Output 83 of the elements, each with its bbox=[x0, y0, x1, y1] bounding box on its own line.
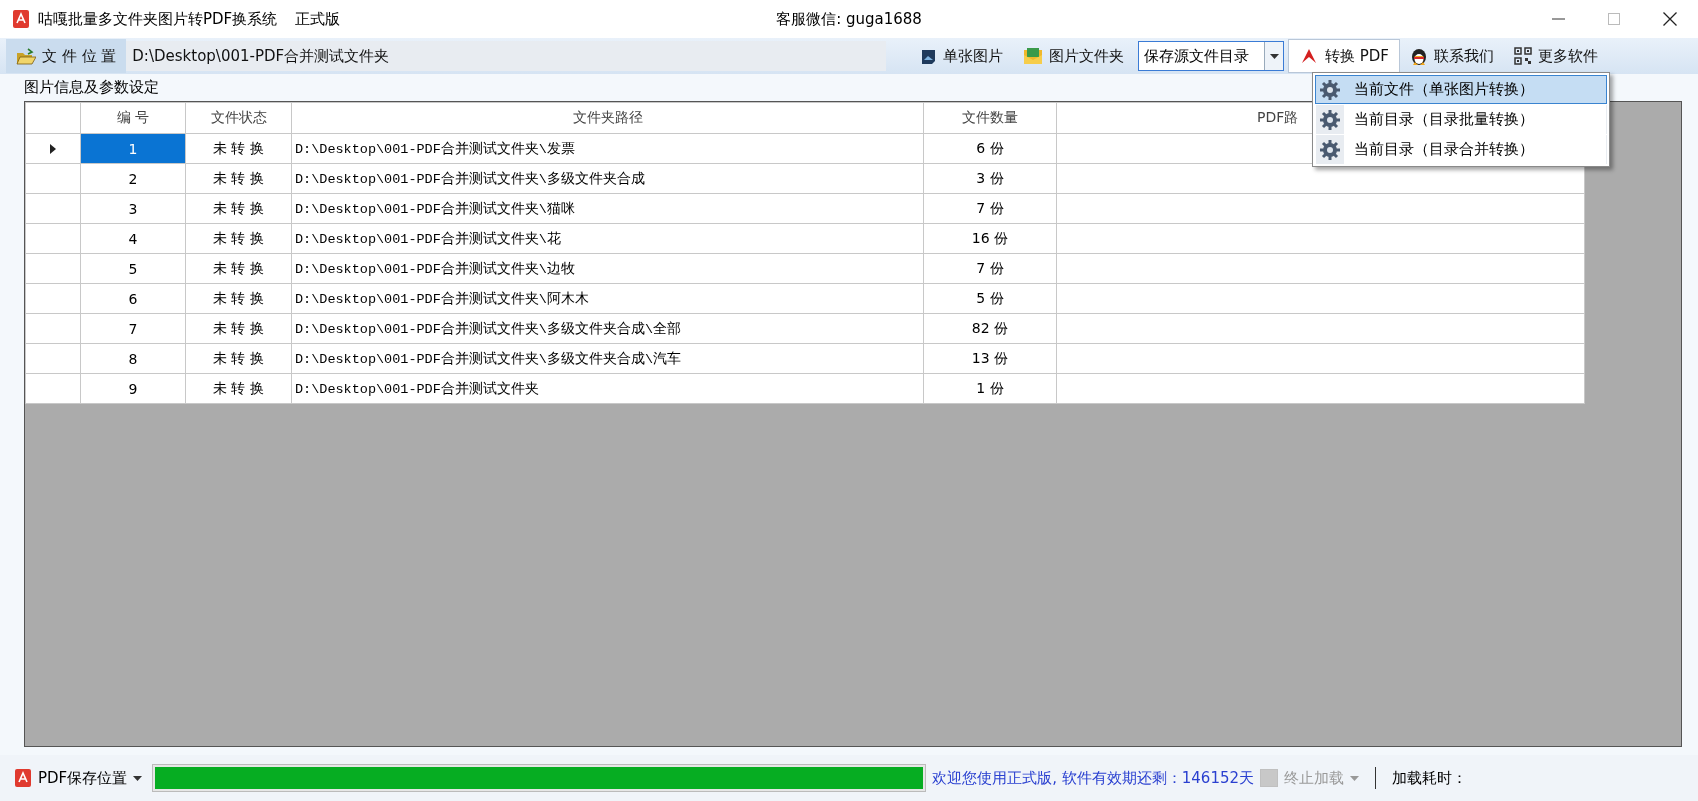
column-header[interactable]: 编 号 bbox=[116, 109, 150, 125]
close-icon bbox=[1663, 12, 1677, 26]
table-cell: 3 bbox=[80, 193, 186, 224]
column-header[interactable]: PDF路 bbox=[1257, 109, 1299, 125]
table-cell: 1 份 bbox=[923, 373, 1057, 404]
toolbar-button[interactable]: 单张图片 bbox=[910, 40, 1013, 72]
table-cell: 未 转 换 bbox=[185, 223, 292, 254]
pdf-save-location-button[interactable]: PDF保存位置 bbox=[10, 763, 147, 793]
row-header[interactable] bbox=[25, 133, 81, 164]
gear-icon bbox=[1320, 109, 1340, 130]
maximize-icon bbox=[1608, 13, 1620, 25]
row-header[interactable] bbox=[25, 313, 81, 344]
menu-item[interactable]: 当前目录（目录批量转换） bbox=[1315, 105, 1607, 134]
caret-icon bbox=[133, 775, 143, 781]
table-cell: D:\Desktop\001-PDF合并测试文件夹\发票 bbox=[291, 133, 924, 164]
penguin-icon bbox=[1410, 46, 1428, 66]
table-cell: 未 转 换 bbox=[185, 373, 292, 404]
row-header[interactable] bbox=[25, 193, 81, 224]
table-cell: 13 份 bbox=[923, 343, 1057, 374]
folder-path-field[interactable]: D:\Desktop\001-PDF合并测试文件夹 bbox=[126, 41, 887, 71]
caret-icon bbox=[1350, 775, 1360, 781]
table-cell: 未 转 换 bbox=[185, 313, 292, 344]
row-header[interactable] bbox=[25, 343, 81, 374]
row-header[interactable] bbox=[25, 223, 81, 254]
save-mode-dropdown[interactable]: 保存源文件目录 bbox=[1138, 41, 1284, 71]
table-cell: 3 份 bbox=[923, 163, 1057, 194]
table-cell: 6 份 bbox=[923, 133, 1057, 164]
table-cell: 未 转 换 bbox=[185, 193, 292, 224]
welcome-message: 欢迎您使用正式版, 软件有效期还剩：146152天 bbox=[932, 768, 1255, 788]
table-cell: 7 bbox=[80, 313, 186, 344]
table-cell: 9 bbox=[80, 373, 186, 404]
group-title: 图片信息及参数设定 bbox=[24, 78, 159, 97]
table-cell: 7 份 bbox=[923, 193, 1057, 224]
minimize-icon bbox=[1551, 18, 1565, 20]
table-cell: 1 bbox=[80, 133, 186, 164]
table-cell: D:\Desktop\001-PDF合并测试文件夹\边牧 bbox=[291, 253, 924, 284]
table-cell: 16 份 bbox=[923, 223, 1057, 254]
window-title: 咕嘎批量多文件夹图片转PDF换系统 bbox=[38, 9, 278, 29]
row-header[interactable] bbox=[25, 373, 81, 404]
table-cell: 未 转 换 bbox=[185, 133, 292, 164]
load-time-label: 加载耗时： bbox=[1392, 768, 1468, 788]
table-cell: 未 转 换 bbox=[185, 343, 292, 374]
table-cell: D:\Desktop\001-PDF合并测试文件夹\猫咪 bbox=[291, 193, 924, 224]
folder-icon bbox=[1023, 47, 1043, 65]
gear-icon bbox=[1320, 79, 1340, 100]
contact-label: 客服微信: guga1688 bbox=[776, 9, 922, 28]
toolbar-button[interactable]: 图片文件夹 bbox=[1013, 40, 1134, 72]
caret-icon bbox=[1269, 53, 1279, 59]
row-header[interactable] bbox=[25, 253, 81, 284]
convert-pdf-button[interactable]: 转换 PDF bbox=[1288, 39, 1400, 73]
qr-code-icon bbox=[1514, 47, 1532, 65]
table-cell: 5 份 bbox=[923, 283, 1057, 314]
table-cell: 7 份 bbox=[923, 253, 1057, 284]
column-header[interactable]: 文件夹路径 bbox=[572, 109, 643, 125]
pdf-icon bbox=[14, 768, 32, 788]
toolbar-button[interactable]: 更多软件 bbox=[1504, 40, 1608, 72]
app-icon bbox=[12, 9, 30, 29]
stop-loading-label: 终止加载 bbox=[1284, 768, 1345, 788]
table-cell: 82 份 bbox=[923, 313, 1057, 344]
edition-label: 正式版 bbox=[295, 9, 341, 29]
table-cell: D:\Desktop\001-PDF合并测试文件夹\多级文件夹合成\全部 bbox=[291, 313, 924, 344]
table-cell: D:\Desktop\001-PDF合并测试文件夹\多级文件夹合成 bbox=[291, 163, 924, 194]
gear-icon bbox=[1320, 139, 1340, 160]
table-cell: D:\Desktop\001-PDF合并测试文件夹\多级文件夹合成\汽车 bbox=[291, 343, 924, 374]
table-cell: 未 转 换 bbox=[185, 283, 292, 314]
menu-item[interactable]: 当前文件（单张图片转换） bbox=[1315, 75, 1607, 104]
table-cell: 4 bbox=[80, 223, 186, 254]
menu-item[interactable]: 当前目录（目录合并转换） bbox=[1315, 135, 1607, 164]
row-header[interactable] bbox=[25, 163, 81, 194]
table-cell: 2 bbox=[80, 163, 186, 194]
folder-icon bbox=[16, 47, 36, 65]
folder-location-button[interactable]: 文 件 位 置 bbox=[6, 39, 127, 73]
table-cell: 未 转 换 bbox=[185, 253, 292, 284]
table-cell: 未 转 换 bbox=[185, 163, 292, 194]
table-cell: D:\Desktop\001-PDF合并测试文件夹\花 bbox=[291, 223, 924, 254]
row-header[interactable] bbox=[25, 283, 81, 314]
toolbar-button[interactable]: 联系我们 bbox=[1400, 40, 1504, 72]
table-cell: 8 bbox=[80, 343, 186, 374]
table-cell: D:\Desktop\001-PDF合并测试文件夹\阿木木 bbox=[291, 283, 924, 314]
picture-icon bbox=[920, 47, 937, 65]
table-cell: 5 bbox=[80, 253, 186, 284]
table-cell: 6 bbox=[80, 283, 186, 314]
table-cell: D:\Desktop\001-PDF合并测试文件夹 bbox=[291, 373, 924, 404]
